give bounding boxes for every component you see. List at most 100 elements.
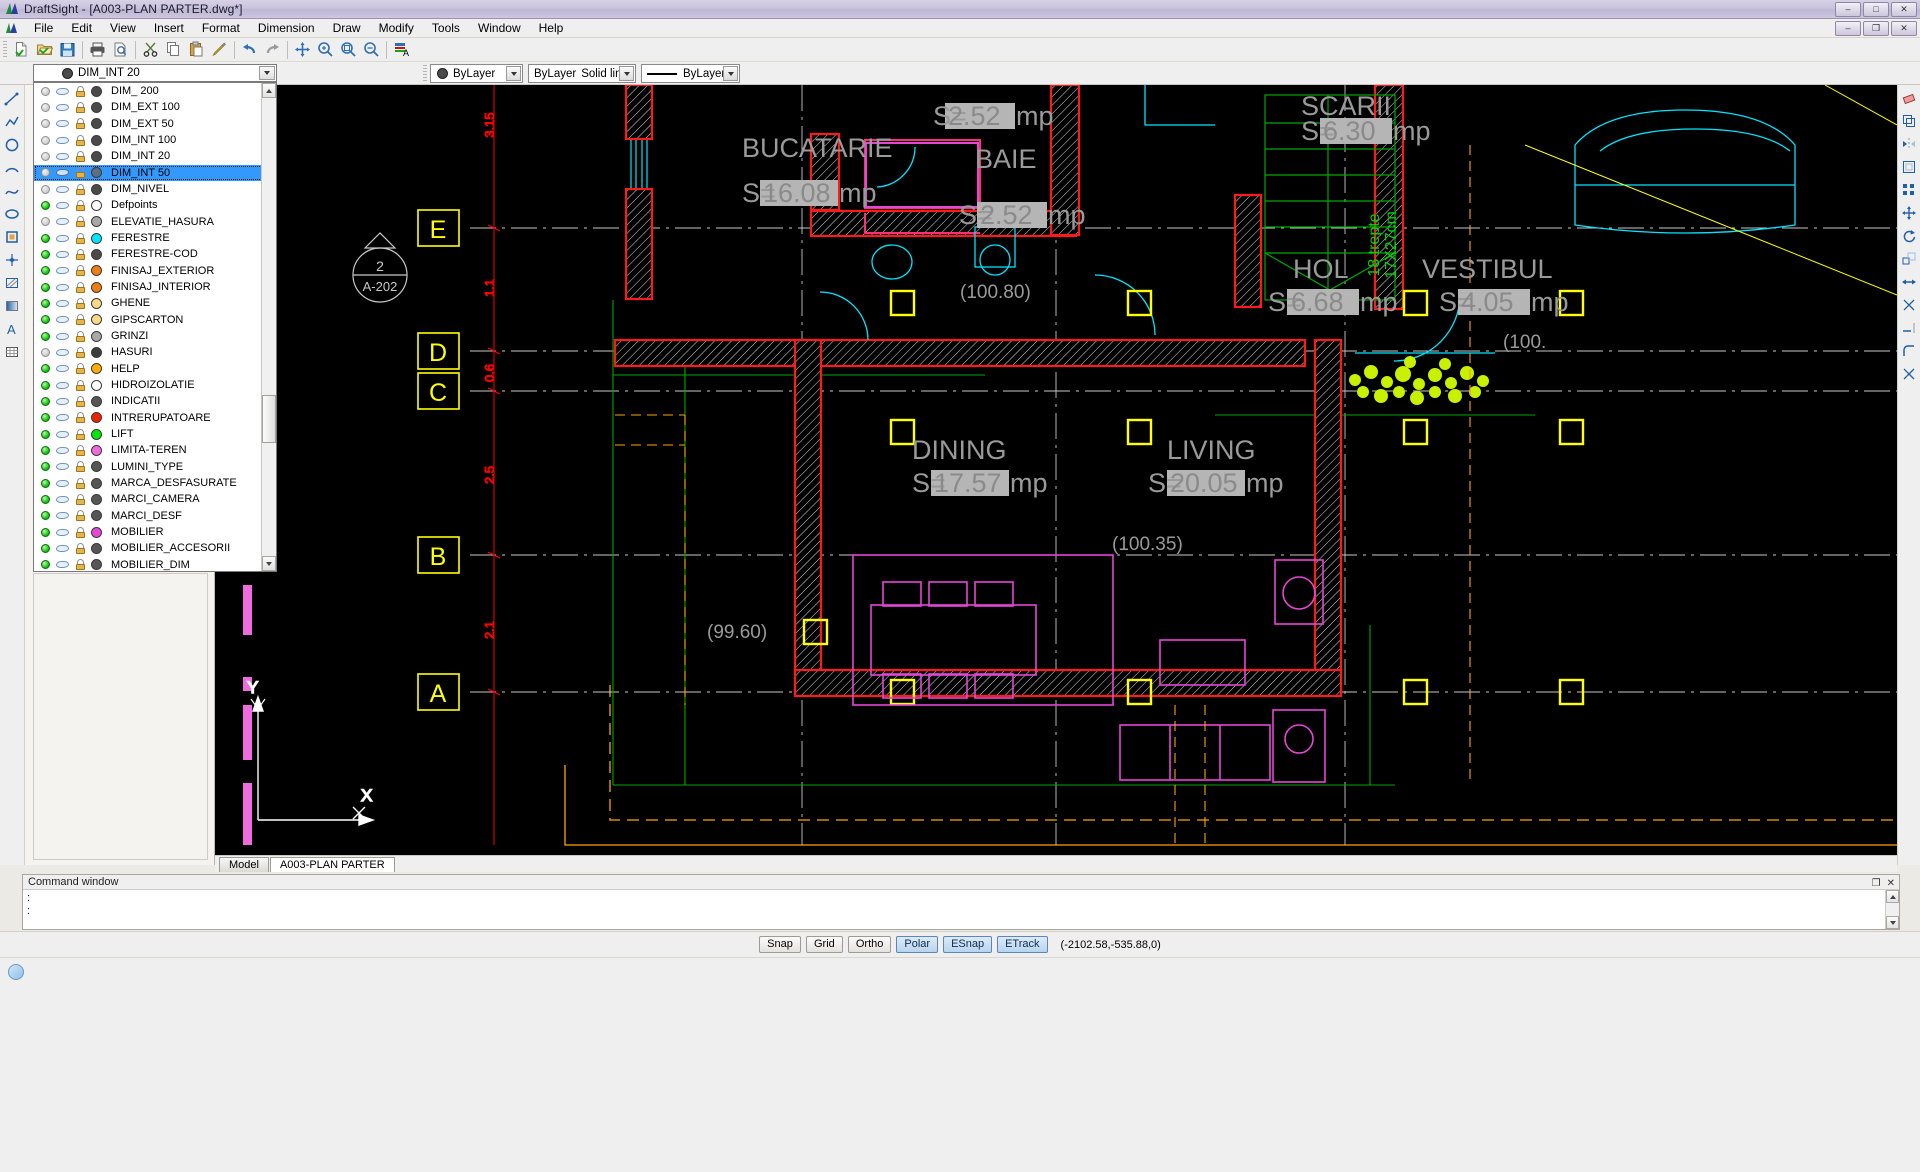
arc-icon[interactable] [1,157,23,179]
layer-lock-icon[interactable] [71,281,88,293]
text-icon[interactable]: A [1,318,23,340]
layer-color-icon[interactable] [88,477,105,489]
layer-visibility-icon[interactable] [37,429,54,439]
menu-insert[interactable]: Insert [145,19,193,37]
layer-color-icon[interactable] [88,85,105,97]
layer-row[interactable]: LIMITA-TEREN [34,442,263,458]
text-style-icon[interactable]: A [390,39,413,61]
layer-row[interactable]: FERESTRE-COD [34,246,263,262]
layer-color-icon[interactable] [88,314,105,326]
polyline-icon[interactable] [1,111,23,133]
layer-freeze-icon[interactable] [54,152,71,160]
menu-window[interactable]: Window [469,19,530,37]
layer-visibility-icon[interactable] [37,543,54,553]
layer-color-icon[interactable] [88,199,105,211]
layer-visibility-icon[interactable] [37,200,54,210]
layer-color-icon[interactable] [88,493,105,505]
layer-freeze-icon[interactable] [54,479,71,487]
layer-lock-icon[interactable] [71,199,88,211]
table-icon[interactable] [1,341,23,363]
layer-row[interactable]: INDICATII [34,393,263,409]
layer-freeze-icon[interactable] [54,332,71,340]
layer-combo-arrow-icon[interactable] [259,66,275,80]
layer-visibility-icon[interactable] [37,364,54,374]
layer-visibility-icon[interactable] [37,86,54,96]
line-icon[interactable] [1,88,23,110]
layer-freeze-icon[interactable] [54,169,71,177]
layer-row[interactable]: MOBILIER [34,524,263,540]
layer-row[interactable]: MOBILIER_DIM [34,557,263,571]
layer-row[interactable]: LIFT [34,426,263,442]
layer-freeze-icon[interactable] [54,283,71,291]
layer-lock-icon[interactable] [71,526,88,538]
hatch-icon[interactable] [1,272,23,294]
menu-draw[interactable]: Draw [324,19,370,37]
offset-icon[interactable] [1898,156,1920,178]
undo-icon[interactable] [238,39,261,61]
menu-help[interactable]: Help [530,19,573,37]
layer-lock-icon[interactable] [71,232,88,244]
point-icon[interactable] [1,249,23,271]
color-combo[interactable]: ByLayer [430,64,523,83]
layer-color-icon[interactable] [88,167,105,179]
layer-lock-icon[interactable] [71,167,88,179]
layer-row[interactable]: DIM_ 200 [34,83,263,99]
layer-freeze-icon[interactable] [54,430,71,438]
layer-row[interactable]: LUMINI_TYPE [34,459,263,475]
layer-visibility-icon[interactable] [37,445,54,455]
tab-model[interactable]: Model [219,857,269,872]
layer-freeze-icon[interactable] [54,103,71,111]
layer-lock-icon[interactable] [71,134,88,146]
rotate-icon[interactable] [1898,225,1920,247]
layer-visibility-icon[interactable] [37,102,54,112]
layer-color-icon[interactable] [88,265,105,277]
layer-row[interactable]: MOBILIER_ACCESORII [34,540,263,556]
layer-lock-icon[interactable] [71,428,88,440]
layer-freeze-icon[interactable] [54,528,71,536]
layer-row[interactable]: INTRERUPATOARE [34,410,263,426]
layer-visibility-icon[interactable] [37,217,54,227]
layer-row[interactable]: MARCI_DESF [34,508,263,524]
layer-color-icon[interactable] [88,526,105,538]
layer-freeze-icon[interactable] [54,348,71,356]
layer-row[interactable]: MARCA_DESFASURATE [34,475,263,491]
status-toggle-esnap[interactable]: ESnap [943,936,993,953]
layer-visibility-icon[interactable] [37,315,54,325]
layer-visibility-icon[interactable] [37,478,54,488]
layer-list-scrollbar[interactable] [261,83,276,571]
fillet-icon[interactable] [1898,340,1920,362]
status-toggle-grid[interactable]: Grid [805,936,843,953]
menu-file[interactable]: File [25,19,62,37]
layer-lock-icon[interactable] [71,216,88,228]
move-icon[interactable] [1898,202,1920,224]
layer-lock-icon[interactable] [71,395,88,407]
lineweight-combo[interactable]: ByLayer [641,64,740,83]
spline-icon[interactable] [1,180,23,202]
layer-row[interactable]: DIM_EXT 100 [34,99,263,115]
layer-visibility-icon[interactable] [37,560,54,570]
layer-lock-icon[interactable] [71,183,88,195]
layer-dropdown-list[interactable]: DIM_ 200 DIM_EXT 100 DIM_EXT 50 DIM_INT 100… [33,82,277,572]
layer-row[interactable]: HASURI [34,344,263,360]
layer-freeze-icon[interactable] [54,218,71,226]
close-icon[interactable]: ✕ [1887,876,1895,891]
layer-freeze-icon[interactable] [54,250,71,258]
layer-freeze-icon[interactable] [54,136,71,144]
copy-object-icon[interactable] [1898,110,1920,132]
layer-row[interactable]: FERESTRE [34,230,263,246]
layer-row[interactable]: DIM_EXT 50 [34,116,263,132]
layer-visibility-icon[interactable] [37,462,54,472]
layer-visibility-icon[interactable] [37,233,54,243]
layer-freeze-icon[interactable] [54,495,71,503]
undock-icon[interactable]: ❐ [1872,876,1881,891]
status-toggle-etrack[interactable]: ETrack [997,936,1048,953]
layer-freeze-icon[interactable] [54,267,71,275]
layer-lock-icon[interactable] [71,150,88,162]
layer-visibility-icon[interactable] [37,184,54,194]
layer-row[interactable]: GIPSCARTON [34,312,263,328]
layer-freeze-icon[interactable] [54,120,71,128]
layer-freeze-icon[interactable] [54,544,71,552]
layer-lock-icon[interactable] [71,265,88,277]
zoom-window-icon[interactable] [337,39,360,61]
scroll-up-icon[interactable] [262,83,276,98]
